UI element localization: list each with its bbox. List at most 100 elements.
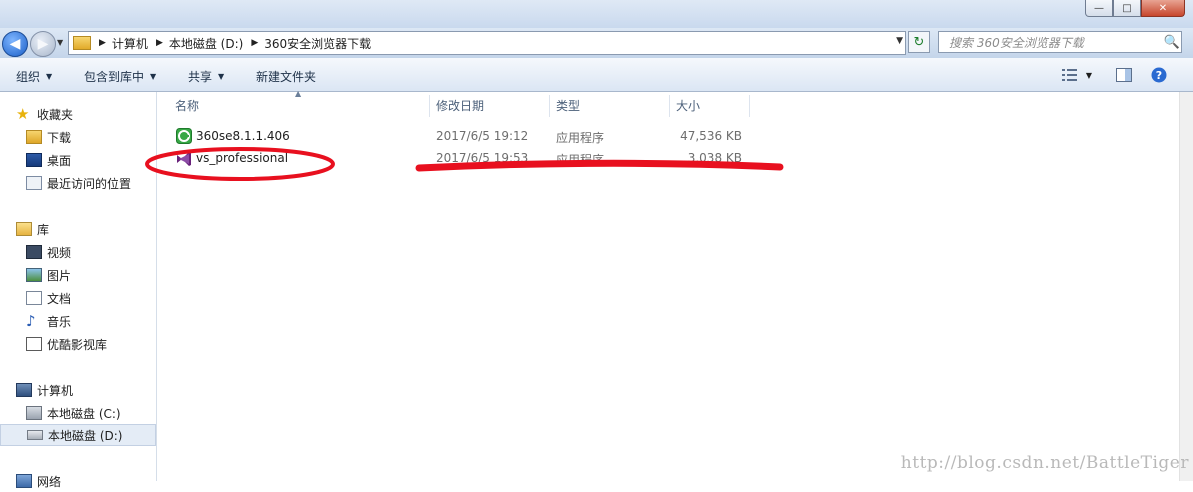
sidebar-item-computer[interactable]: 计算机 xyxy=(16,379,172,401)
sidebar-item-drive-d[interactable]: 本地磁盘 (D:) xyxy=(0,424,156,446)
change-view-button[interactable]: ▼ xyxy=(1058,66,1096,84)
include-in-library-label: 包含到库中 xyxy=(84,70,145,84)
preview-pane-button[interactable] xyxy=(1114,66,1134,84)
column-divider[interactable] xyxy=(429,95,430,117)
sidebar-item-label: 本地磁盘 (D:) xyxy=(48,428,123,443)
column-header-label: 名称 xyxy=(175,98,200,113)
chevron-down-icon: ▼ xyxy=(1085,70,1093,80)
system-drive-icon xyxy=(26,406,42,420)
organize-label: 组织 xyxy=(16,70,41,84)
minimize-button[interactable]: — xyxy=(1085,0,1113,17)
documents-icon xyxy=(26,291,42,305)
help-icon: ? xyxy=(1151,67,1167,83)
search-input[interactable]: 搜索 360安全浏览器下载 🔍 xyxy=(938,31,1182,53)
column-header-label: 类型 xyxy=(556,98,581,113)
breadcrumb-label: 本地磁盘 (D:) xyxy=(168,36,244,51)
file-type: 应用程序 xyxy=(556,153,605,167)
address-row: ◀ ▶ ▼ ▶ 计算机 ▶ 本地磁盘 (D:) ▶ 360安全浏览器下载 ▼ ↻… xyxy=(0,28,1193,58)
computer-icon xyxy=(16,383,32,397)
command-toolbar: 组织 ▼ 包含到库中 ▼ 共享 ▼ 新建文件夹 ▼ ? xyxy=(0,58,1193,92)
sidebar-item-label: 优酷影视库 xyxy=(47,337,108,352)
chevron-right-icon[interactable]: ▶ xyxy=(99,38,106,48)
sidebar-item-label: 计算机 xyxy=(37,383,74,398)
recent-pages-dropdown-icon[interactable]: ▼ xyxy=(57,38,63,47)
sidebar-item-label: 文档 xyxy=(47,291,72,306)
column-divider[interactable] xyxy=(749,95,750,117)
chevron-down-icon: ▼ xyxy=(150,72,157,81)
maximize-button[interactable]: □ xyxy=(1113,0,1141,17)
chevron-down-icon: ▼ xyxy=(218,72,225,81)
svg-text:?: ? xyxy=(1156,69,1162,82)
sidebar-item-libraries[interactable]: 库 xyxy=(16,218,172,240)
sidebar-item-network[interactable]: 网络 xyxy=(16,470,172,492)
file-type: 应用程序 xyxy=(556,131,605,145)
file-list: ▲ 名称 修改日期 类型 大小 360se8.1.1.406 2017/6/5 … xyxy=(157,89,1180,481)
downloads-folder-icon xyxy=(26,130,42,144)
sidebar-item-label: 收藏夹 xyxy=(37,107,74,122)
window-controls: — □ ✕ xyxy=(1085,0,1185,17)
navigation-pane: ★ 收藏夹 下载 桌面 最近访问的位置 库 视频 图片 文档 ♪ 音乐 优酷影视… xyxy=(0,92,157,489)
breadcrumb-drive-d[interactable]: ▶ 本地磁盘 (D:) xyxy=(152,35,243,52)
breadcrumb-download-folder[interactable]: ▶ 360安全浏览器下载 xyxy=(247,35,371,52)
recent-places-icon xyxy=(26,176,42,190)
file-size: 47,536 KB xyxy=(680,129,742,143)
sidebar-item-label: 音乐 xyxy=(47,314,72,329)
drive-icon xyxy=(27,430,43,440)
chevron-right-icon[interactable]: ▶ xyxy=(156,38,163,48)
new-folder-button[interactable]: 新建文件夹 xyxy=(256,68,316,85)
star-icon: ★ xyxy=(16,105,30,123)
video-icon xyxy=(26,245,42,259)
sidebar-item-label: 网络 xyxy=(37,474,62,489)
sidebar-item-label: 桌面 xyxy=(47,153,72,168)
folder-icon xyxy=(73,36,91,50)
breadcrumb-label: 计算机 xyxy=(111,36,148,51)
file-name: 360se8.1.1.406 xyxy=(196,129,290,143)
desktop-icon xyxy=(26,153,42,167)
vertical-scrollbar[interactable] xyxy=(1179,92,1193,481)
organize-menu[interactable]: 组织 ▼ xyxy=(16,68,52,85)
360-browser-app-icon xyxy=(176,128,192,144)
column-header-name[interactable]: 名称 xyxy=(175,92,429,118)
column-divider[interactable] xyxy=(669,95,670,117)
search-icon[interactable]: 🔍 xyxy=(1163,35,1181,50)
chevron-right-icon[interactable]: ▶ xyxy=(251,38,258,48)
sidebar-item-label: 下载 xyxy=(47,130,72,145)
address-history-dropdown-icon[interactable]: ▼ xyxy=(896,36,903,46)
file-name: vs_professional xyxy=(196,151,289,165)
address-bar[interactable]: ▶ 计算机 ▶ 本地磁盘 (D:) ▶ 360安全浏览器下载 ▼ xyxy=(68,31,906,55)
file-modified: 2017/6/5 19:53 xyxy=(436,151,529,165)
column-divider[interactable] xyxy=(549,95,550,117)
youku-library-icon xyxy=(26,337,42,351)
network-icon xyxy=(16,474,32,488)
column-header-size[interactable]: 大小 xyxy=(676,92,748,118)
sidebar-item-label: 本地磁盘 (C:) xyxy=(47,406,121,421)
share-label: 共享 xyxy=(188,70,213,84)
search-placeholder: 搜索 360安全浏览器下载 xyxy=(949,35,1084,50)
preview-pane-icon xyxy=(1116,68,1132,82)
column-header-modified[interactable]: 修改日期 xyxy=(436,92,549,118)
help-button[interactable]: ? xyxy=(1150,66,1168,84)
back-button[interactable]: ◀ xyxy=(2,31,28,57)
pictures-icon xyxy=(26,268,42,282)
column-header-type[interactable]: 类型 xyxy=(556,92,669,118)
breadcrumb-computer[interactable]: ▶ 计算机 xyxy=(95,35,148,52)
file-row[interactable]: vs_professional 2017/6/5 19:53 应用程序 3,03… xyxy=(173,147,773,169)
close-button[interactable]: ✕ xyxy=(1141,0,1185,17)
chevron-down-icon: ▼ xyxy=(46,72,53,81)
view-list-icon xyxy=(1061,69,1077,81)
column-header-label: 修改日期 xyxy=(436,98,485,113)
column-header-label: 大小 xyxy=(676,98,701,113)
music-icon: ♪ xyxy=(26,312,36,330)
file-row[interactable]: 360se8.1.1.406 2017/6/5 19:12 应用程序 47,53… xyxy=(173,125,773,147)
breadcrumb-label: 360安全浏览器下载 xyxy=(264,36,372,51)
watermark-text: http://blog.csdn.net/BattleTiger xyxy=(900,453,1189,473)
forward-button[interactable]: ▶ xyxy=(30,31,56,57)
sidebar-item-label: 图片 xyxy=(47,268,72,283)
refresh-button[interactable]: ↻ xyxy=(908,31,930,53)
window-titlebar: — □ ✕ xyxy=(0,0,1193,28)
sidebar-item-favorites[interactable]: ★ 收藏夹 xyxy=(16,103,172,125)
sidebar-item-label: 最近访问的位置 xyxy=(47,176,132,191)
new-folder-label: 新建文件夹 xyxy=(256,70,317,84)
include-in-library-menu[interactable]: 包含到库中 ▼ xyxy=(84,68,156,85)
share-menu[interactable]: 共享 ▼ xyxy=(188,68,224,85)
